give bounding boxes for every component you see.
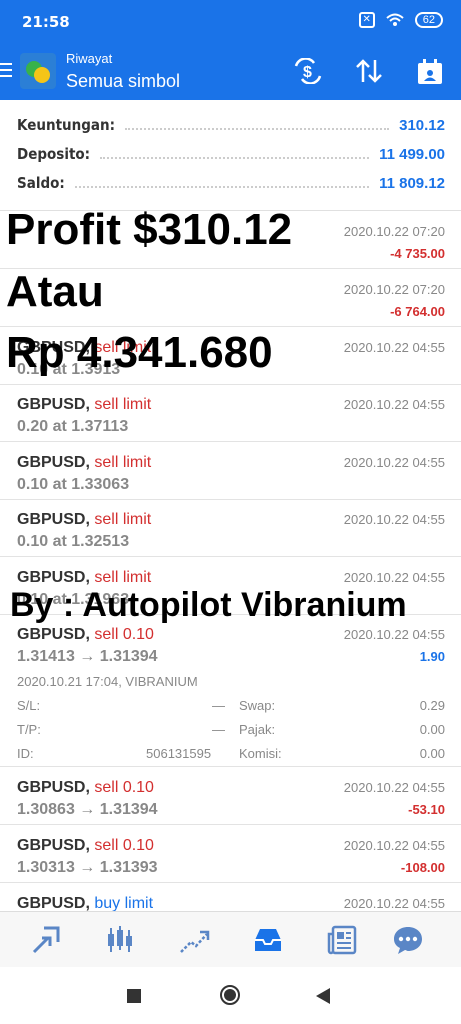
overlay-or-text: Atau [6,267,104,316]
item-detail: 1.31413 → 1.31394 [17,648,158,665]
item-time: 2020.10.22 07:20 [343,282,445,297]
summary-label: Keuntungan: [17,116,116,134]
list-item[interactable]: GBPUSD, sell 0.10 1.30863 → 1.31394 2020… [0,767,461,825]
item-symbol: GBPUSD, sell limit [17,511,152,528]
sort-icon[interactable] [354,58,384,84]
item-profit: -108.00 [400,860,445,875]
item-symbol: GBPUSD, sell limit [17,396,152,413]
list-item-expanded[interactable]: GBPUSD, sell 0.10 1.31413 → 1.31394 2020… [0,614,461,767]
item-time: 2020.10.22 04:55 [343,397,445,412]
item-time: 2020.10.22 04:55 [343,780,445,795]
item-symbol: GBPUSD, sell limit [17,569,152,586]
item-profit: -4 735.00 [390,246,445,261]
item-symbol: GBPUSD, sell limit [17,454,152,471]
summary-label: Deposito: [17,145,91,163]
status-bar: 21:58 ✕ 62 [0,0,461,44]
back-icon[interactable] [316,988,330,1004]
history-icon[interactable] [252,924,284,956]
header-title[interactable]: Semua simbol [66,71,180,92]
list-item[interactable]: GBPUSD, sell limit 0.10 at 1.33063 2020.… [0,442,461,500]
app-bar: Riwayat Semua simbol $ [0,44,461,100]
list-item[interactable]: GBPUSD, buy limit 2020.10.22 04:55 [0,883,461,912]
quotes-icon[interactable] [30,924,62,956]
item-detail: 1.30313 → 1.31393 [17,859,158,876]
item-time: 2020.10.22 04:55 [343,340,445,355]
calendar-icon[interactable] [416,58,444,86]
summary-row-balance: Saldo: 11 809.12 [17,171,445,195]
summary-row-profit: Keuntungan: 310.12 [17,113,445,137]
item-detail: 1.30863 → 1.31394 [17,801,158,818]
chat-icon[interactable] [392,924,424,956]
list-item[interactable]: GBPUSD, sell limit 0.20 at 1.37113 2020.… [0,384,461,442]
item-detail: 0.10 at 1.32513 [17,533,130,550]
summary-value: 310.12 [399,116,445,134]
news-icon[interactable] [326,924,358,956]
item-symbol: GBPUSD, sell 0.10 [17,837,154,854]
item-time: 2020.10.22 04:55 [343,627,445,642]
item-time: 2020.10.22 04:55 [343,896,445,911]
svg-text:$: $ [303,64,312,81]
list-item[interactable]: GBPUSD, sell limit 0.10 at 1.32513 2020.… [0,499,461,557]
item-time: 2020.10.22 07:20 [343,224,445,239]
summary-value: 11 809.12 [379,174,445,192]
item-symbol: GBPUSD, sell 0.10 [17,779,154,796]
trade-icon[interactable] [178,924,210,956]
app-logo [20,53,56,89]
item-detail: 0.20 at 1.37113 [17,418,129,435]
currency-filter-icon[interactable]: $ [292,58,324,84]
deal-open-info: 2020.10.21 17:04, VIBRANIUM [17,674,198,689]
item-time: 2020.10.22 04:55 [343,838,445,853]
chart-icon[interactable] [104,924,136,956]
battery-icon: 62 [414,12,443,28]
header-subtitle: Riwayat [66,51,113,66]
bottom-nav [0,911,461,968]
item-time: 2020.10.22 04:55 [343,455,445,470]
status-icons: ✕ 62 [358,12,443,28]
recents-icon[interactable] [127,989,141,1003]
item-symbol: GBPUSD, sell 0.10 [17,626,154,643]
system-nav-bar [0,967,461,1024]
item-profit: -53.10 [408,802,445,817]
sim-icon: ✕ [358,12,375,28]
item-time: 2020.10.22 04:55 [343,570,445,585]
item-profit: 1.90 [419,649,445,664]
overlay-profit-text: Profit $310.12 [6,205,293,254]
item-time: 2020.10.22 04:55 [343,512,445,527]
overlay-rupiah-text: Rp 4.341.680 [6,328,273,377]
status-time: 21:58 [22,13,70,31]
item-profit: -6 764.00 [390,304,445,319]
overlay-byline-text: By : Autopilot Vibranium [10,586,407,624]
home-icon[interactable] [219,984,241,1006]
menu-icon[interactable] [0,63,12,77]
list-item[interactable]: GBPUSD, sell 0.10 1.30313 → 1.31393 2020… [0,825,461,883]
wifi-icon [386,13,404,26]
summary-row-deposit: Deposito: 11 499.00 [17,142,445,166]
summary-value: 11 499.00 [379,145,445,163]
summary-panel: Keuntungan: 310.12 Deposito: 11 499.00 S… [0,100,461,211]
item-detail: 0.10 at 1.33063 [17,476,130,493]
summary-label: Saldo: [17,174,65,192]
